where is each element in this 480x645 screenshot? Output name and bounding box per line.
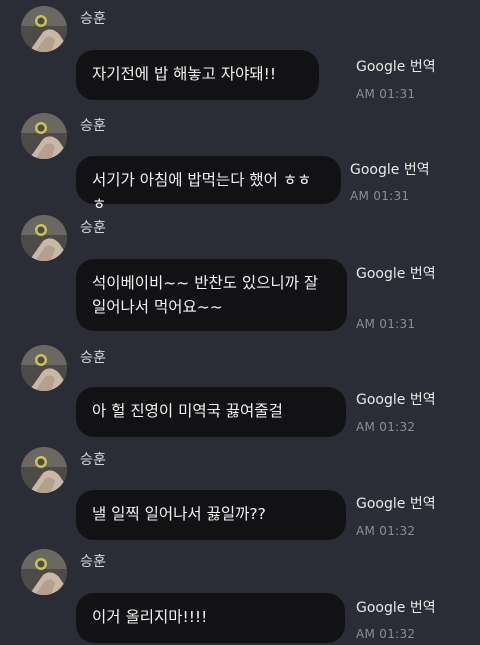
message-text: 아 헐 진영이 미역국 끓여줄걸 <box>92 402 283 420</box>
avatar[interactable] <box>21 345 67 391</box>
message-timestamp: AM 01:31 <box>356 87 416 101</box>
message-item: 승훈 석이베이비~~ 반찬도 있으니까 잘 일어나서 먹어요~~ Google … <box>0 211 480 336</box>
message-bubble[interactable]: 낼 일찍 일어나서 끓일까?? <box>76 490 346 540</box>
message-text: 서기가 아침에 밥먹는다 했어 ㅎㅎㅎ <box>92 171 312 213</box>
avatar-photo-icon <box>21 549 67 595</box>
avatar[interactable] <box>21 215 67 261</box>
message-text: 이거 올리지마!!!! <box>92 608 208 626</box>
sender-name: 승훈 <box>80 554 107 570</box>
google-translate-link[interactable]: Google 번역 <box>350 159 430 179</box>
message-timestamp: AM 01:32 <box>356 627 416 641</box>
google-translate-link[interactable]: Google 번역 <box>356 389 436 409</box>
avatar-photo-icon <box>21 6 67 52</box>
message-item: 승훈 서기가 아침에 밥먹는다 했어 ㅎㅎㅎ Google 번역 AM 01:3… <box>0 109 480 213</box>
message-bubble[interactable]: 자기전에 밥 해놓고 자야돼!! <box>76 50 319 100</box>
message-item: 승훈 이거 올리지마!!!! Google 번역 AM 01:32 <box>0 545 480 645</box>
message-text: 자기전에 밥 해놓고 자야돼!! <box>92 65 277 83</box>
message-bubble[interactable]: 아 헐 진영이 미역국 끓여줄걸 <box>76 387 346 437</box>
message-timestamp: AM 01:32 <box>356 524 416 538</box>
avatar-photo-icon <box>21 345 67 391</box>
google-translate-link[interactable]: Google 번역 <box>356 597 436 617</box>
message-timestamp: AM 01:32 <box>356 420 416 434</box>
sender-name: 승훈 <box>80 118 107 134</box>
avatar[interactable] <box>21 549 67 595</box>
message-item: 승훈 자기전에 밥 해놓고 자야돼!! Google 번역 AM 01:31 <box>0 2 480 102</box>
sender-name: 승훈 <box>80 452 107 468</box>
avatar-photo-icon <box>21 447 67 493</box>
chat-feed: 승훈 자기전에 밥 해놓고 자야돼!! Google 번역 AM 01:31 승… <box>0 0 480 645</box>
google-translate-link[interactable]: Google 번역 <box>356 493 436 513</box>
avatar[interactable] <box>21 447 67 493</box>
message-text: 낼 일찍 일어나서 끓일까?? <box>92 505 266 523</box>
google-translate-link[interactable]: Google 번역 <box>356 56 436 76</box>
message-bubble[interactable]: 이거 올리지마!!!! <box>76 593 345 643</box>
message-timestamp: AM 01:31 <box>356 317 416 331</box>
avatar[interactable] <box>21 6 67 52</box>
message-text: 석이베이비~~ 반찬도 있으니까 잘 일어나서 먹어요~~ <box>92 274 319 316</box>
message-bubble[interactable]: 석이베이비~~ 반찬도 있으니까 잘 일어나서 먹어요~~ <box>76 259 347 331</box>
sender-name: 승훈 <box>80 350 107 366</box>
message-bubble[interactable]: 서기가 아침에 밥먹는다 했어 ㅎㅎㅎ <box>76 156 341 213</box>
message-timestamp: AM 01:31 <box>350 189 410 203</box>
google-translate-link[interactable]: Google 번역 <box>356 263 436 283</box>
message-item: 승훈 낼 일찍 일어나서 끓일까?? Google 번역 AM 01:32 <box>0 443 480 543</box>
sender-name: 승훈 <box>80 11 107 27</box>
avatar-photo-icon <box>21 113 67 159</box>
avatar-photo-icon <box>21 215 67 261</box>
sender-name: 승훈 <box>80 220 107 236</box>
message-item: 승훈 아 헐 진영이 미역국 끓여줄걸 Google 번역 AM 01:32 <box>0 341 480 441</box>
avatar[interactable] <box>21 113 67 159</box>
